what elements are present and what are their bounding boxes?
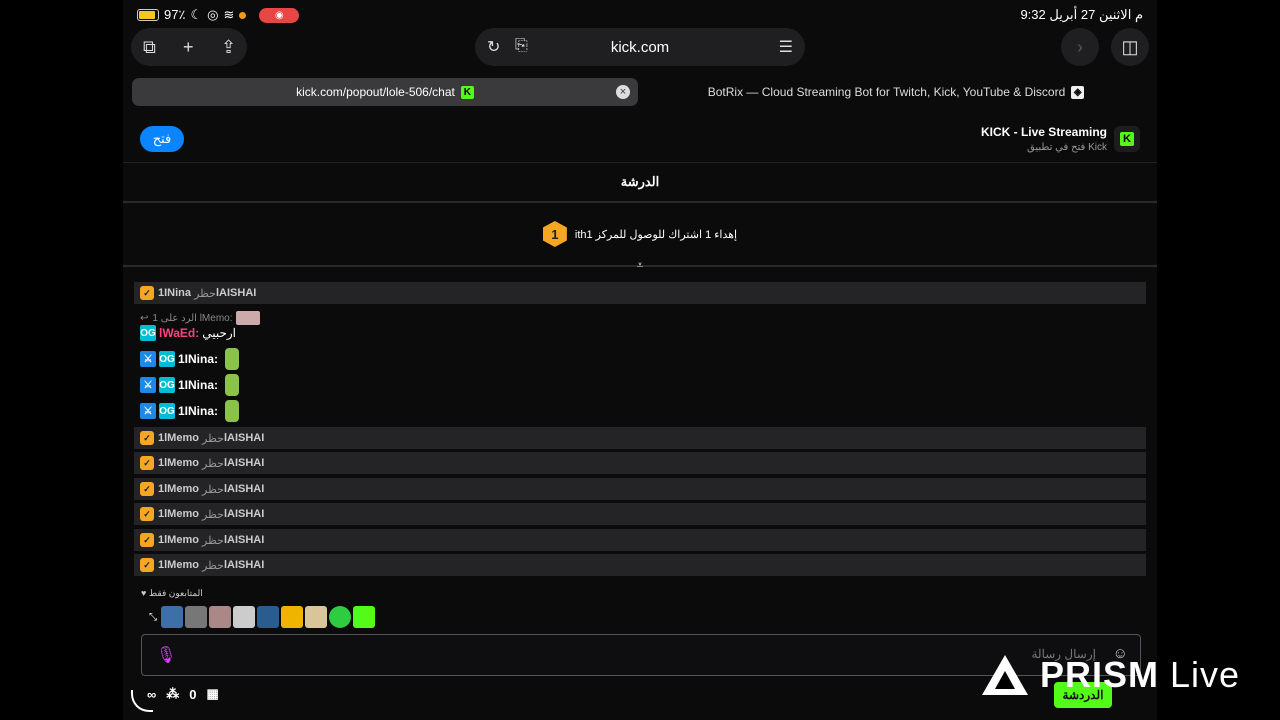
chat-username[interactable]: 1INina:	[178, 352, 218, 366]
prism-logo-icon	[982, 655, 1028, 695]
app-banner: فتح KICK - Live Streaming فتح في تطبيق K…	[123, 116, 1157, 163]
mod-shield-icon: ✓	[140, 482, 154, 496]
points-icon[interactable]: ⁂	[166, 686, 179, 702]
reply-emote-thumb	[236, 311, 261, 325]
system-ban-row: ✓ 1lMemo حظر lAISHAI	[134, 452, 1146, 474]
system-ban-row: ✓ 1lMemo حظر lAISHAI	[134, 554, 1146, 576]
emote-kick[interactable]	[353, 606, 375, 628]
system-ban-row: ✓ 1lMemo حظر lAISHAI	[134, 427, 1146, 449]
chat-message[interactable]: OG lWaEd: ارحبيي	[140, 322, 236, 344]
og-badge-icon: OG	[159, 351, 175, 367]
tab-label: BotRix — Cloud Streaming Bot for Twitch,…	[707, 85, 1066, 99]
battery-icon	[137, 9, 159, 21]
moon-icon: ☾	[190, 7, 203, 22]
emote-dance[interactable]	[305, 606, 327, 628]
microphone-icon[interactable]: 🎙	[156, 645, 176, 665]
points-count: 0	[189, 686, 197, 702]
quick-emote-bar: ⤡	[147, 606, 375, 628]
screen-record-icon[interactable]: ◉	[259, 7, 300, 23]
new-tab-icon[interactable]: +	[183, 37, 194, 58]
tab-strip: kick.com/popout/lole-506/chat K × BotRix…	[132, 78, 1148, 106]
emote-paper[interactable]	[233, 606, 255, 628]
status-time: 9:32 م الاثنين 27 أبريل	[1020, 7, 1143, 22]
location-icon: ◎	[207, 7, 219, 22]
system-ban-row: ✓ 1lMemo حظر lAISHAI	[134, 478, 1146, 500]
emote-image	[225, 400, 240, 422]
emote-text[interactable]	[257, 606, 279, 628]
chat-username[interactable]: lWaEd:	[159, 326, 199, 340]
mod-shield-icon: ✓	[140, 507, 154, 521]
emote-image	[225, 374, 240, 396]
chat-username[interactable]: 1INina:	[178, 404, 218, 418]
toolbar-left-group: ⧉ + ⇪	[131, 28, 247, 66]
kick-favicon-icon: K	[460, 85, 474, 99]
followers-only-notice: ♥ المتابعون فقط	[141, 588, 203, 598]
emote-green-blob[interactable]	[329, 606, 351, 628]
chevron-right-icon: ›	[1077, 36, 1083, 57]
open-app-button[interactable]: فتح	[140, 126, 184, 152]
heart-icon: ♥	[141, 588, 147, 598]
system-ban-row: ✓ 1lMemo حظر lAISHAI	[134, 503, 1146, 525]
og-badge-icon: OG	[159, 403, 175, 419]
mod-shield-icon: ✓	[140, 533, 154, 547]
close-icon[interactable]: ×	[616, 85, 630, 99]
extension-icon[interactable]: ⎘	[515, 37, 528, 55]
expand-emotes-icon[interactable]: ⤡	[147, 606, 159, 628]
emote-image	[225, 348, 240, 370]
rank-badge-icon: 1	[542, 221, 567, 247]
botrix-favicon-icon: ◈	[1071, 85, 1085, 99]
chat-message-text: ارحبيي	[202, 326, 237, 340]
mod-shield-icon: ✓	[140, 456, 154, 470]
chat-title: الدرشة	[620, 173, 660, 189]
tab-botrix[interactable]: BotRix — Cloud Streaming Bot for Twitch,…	[644, 78, 1148, 106]
moderator-sword-icon: ⚔	[140, 377, 156, 393]
chat-header: الدرشة	[123, 162, 1157, 203]
moderator-sword-icon: ⚔	[140, 403, 156, 419]
prism-live-watermark: PRISM Live	[982, 650, 1252, 700]
address-bar[interactable]: ↻ ⎘ kick.com ☰	[475, 28, 805, 66]
tab-label: kick.com/popout/lole-506/chat	[296, 85, 455, 99]
pinned-text: ithإهداء 1 اشتراك للوصول للمركز 1	[574, 228, 738, 241]
chat-message[interactable]: ⚔ OG 1INina:	[140, 348, 240, 370]
chat-messages[interactable]: ✓ 1INina حظر lAISHAI ↩ الرد على 1 lMemo: …	[123, 270, 1157, 582]
tab-kick-chat[interactable]: kick.com/popout/lole-506/chat K ×	[132, 78, 638, 106]
share-icon[interactable]: ⇪	[221, 37, 236, 58]
emote-stitch[interactable]	[161, 606, 183, 628]
address-url: kick.com	[610, 38, 670, 56]
footer-left-group: ∞ ⁂ 0 ▦	[147, 686, 219, 702]
forward-button[interactable]: ›	[1061, 28, 1099, 66]
mic-in-use-icon	[239, 11, 247, 19]
app-title: KICK - Live Streaming	[980, 125, 1107, 139]
chat-message[interactable]: ⚔ OG 1INina:	[140, 374, 240, 396]
reload-icon[interactable]: ↻	[487, 37, 500, 57]
browser-toolbar: ⧉ + ⇪ ↻ ⎘ kick.com ☰ › ◫	[123, 28, 1157, 70]
sidebar-button[interactable]: ◫	[1111, 28, 1149, 66]
emote-warning[interactable]	[281, 606, 303, 628]
store-icon[interactable]: ▦	[207, 686, 219, 702]
mod-shield-icon: ✓	[140, 431, 154, 445]
system-ban-row: ✓ 1lMemo حظر lAISHAI	[134, 529, 1146, 551]
sidebar-icon: ◫	[1121, 36, 1139, 57]
mod-shield-icon: ✓	[140, 558, 154, 572]
app-subtitle: فتح في تطبيق Kick	[1027, 142, 1107, 153]
status-bar: 97٪ ☾ ◎ ≋ ◉ 9:32 م الاثنين 27 أبريل	[123, 0, 1157, 30]
prism-wordmark: PRISM Live	[1040, 654, 1241, 695]
chat-username[interactable]: 1INina:	[178, 378, 218, 392]
status-left: 97٪ ☾ ◎ ≋ ◉	[137, 7, 300, 23]
emote-cat[interactable]	[185, 606, 207, 628]
wifi-icon: ≋	[223, 7, 235, 22]
og-badge-icon: OG	[140, 325, 156, 341]
chat-message[interactable]: ⚔ OG 1INina:	[140, 400, 240, 422]
moderator-sword-icon: ⚔	[140, 351, 156, 367]
mod-shield-icon: ✓	[140, 286, 154, 300]
reader-icon[interactable]: ☰	[779, 37, 793, 57]
tabs-overview-icon[interactable]: ⧉	[143, 37, 156, 58]
og-badge-icon: OG	[159, 377, 175, 393]
kick-app-icon: K	[1114, 126, 1140, 152]
system-ban-row: ✓ 1INina حظر lAISHAI	[134, 282, 1146, 304]
emote-face[interactable]	[209, 606, 231, 628]
battery-level: 97٪	[164, 7, 186, 22]
